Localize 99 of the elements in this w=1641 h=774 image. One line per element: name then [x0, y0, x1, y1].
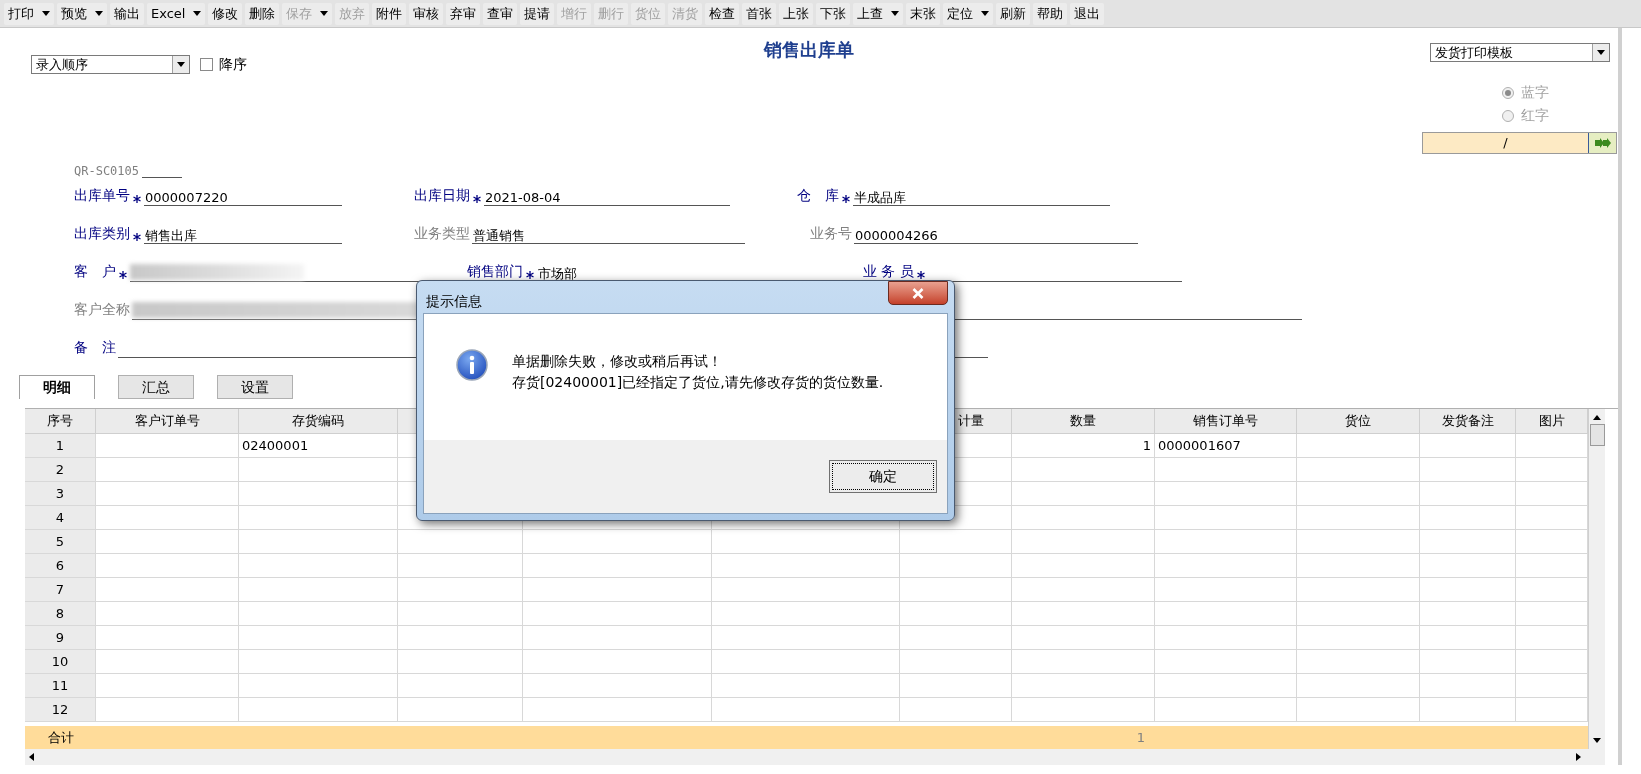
caret-icon [95, 11, 103, 16]
sort-order-select[interactable]: 录入顺序 [31, 55, 190, 74]
toolbar-button[interactable]: 审核 [409, 2, 444, 25]
row-number: 10 [25, 650, 96, 674]
dropdown-arrow-icon [1597, 50, 1605, 55]
row-number: 4 [25, 506, 96, 530]
tab[interactable]: 汇总 [118, 375, 194, 399]
radio-label: 红字 [1521, 106, 1549, 125]
field-label: 业务类型 [414, 224, 470, 243]
column-header[interactable]: 存货编码 [239, 409, 398, 434]
close-button[interactable] [888, 281, 948, 305]
toolbar-button[interactable]: 检查 [705, 2, 740, 25]
toolbar-button[interactable]: 上张 [779, 2, 814, 25]
underline-field[interactable]: 2021-08-04 [484, 186, 730, 206]
toolbar-button[interactable]: 提请 [520, 2, 555, 25]
underline-field[interactable]: 销售出库 [144, 224, 342, 244]
toolbar-button[interactable]: 弃审 [446, 2, 481, 25]
total-label: 合计 [47, 728, 74, 747]
field-label: 仓 库 [797, 186, 839, 205]
row-number: 6 [25, 554, 96, 578]
toolbar-button[interactable]: 删除 [245, 2, 280, 25]
record-position-field[interactable]: / [1422, 132, 1617, 154]
checkbox-label: 降序 [219, 55, 247, 74]
toolbar-button[interactable]: 查审 [483, 2, 518, 25]
row-number: 8 [25, 602, 96, 626]
underline-field[interactable]: 0000004266 [854, 224, 1138, 244]
horizontal-scrollbar[interactable] [25, 749, 1605, 765]
toolbar-button[interactable]: 定位 [943, 2, 994, 25]
field-label: 业 务 员 [863, 262, 914, 281]
column-header[interactable]: 客户订单号 [96, 409, 239, 434]
row-number: 2 [25, 458, 96, 482]
go-button[interactable] [1588, 133, 1616, 153]
row-number: 3 [25, 482, 96, 506]
radio-button[interactable] [1502, 86, 1514, 99]
scroll-left-icon[interactable] [29, 753, 34, 761]
dialog-message: 单据删除失败，修改或稍后再试！ [512, 352, 723, 371]
radio-label: 蓝字 [1521, 83, 1549, 102]
tab[interactable]: 设置 [217, 375, 293, 399]
field-label: 备 注 [74, 338, 116, 357]
toolbar-button[interactable]: 退出 [1070, 2, 1105, 25]
scroll-up-icon[interactable] [1593, 415, 1601, 420]
toolbar-button[interactable]: 修改 [208, 2, 243, 25]
table-cell: 0000001607 [1155, 434, 1297, 458]
caret-icon [891, 11, 900, 16]
toolbar-button[interactable]: 下张 [816, 2, 851, 25]
caret-icon [320, 11, 329, 16]
caret-icon [193, 11, 202, 16]
column-header[interactable]: 发货备注 [1420, 409, 1516, 434]
field-label: 销售部门 [467, 262, 523, 281]
row-number: 5 [25, 530, 96, 554]
dropdown-arrow-icon [177, 62, 185, 67]
total-value: 1 [1136, 728, 1145, 747]
scrollbar-thumb[interactable] [1589, 424, 1605, 446]
scroll-right-icon[interactable] [1576, 753, 1581, 761]
toolbar-button[interactable]: 帮助 [1033, 2, 1068, 25]
toolbar-button[interactable]: 输出 [110, 2, 144, 25]
dialog-message: 存货[02400001]已经指定了货位,请先修改存货的货位数量. [512, 373, 884, 392]
tab[interactable]: 明细 [19, 375, 95, 399]
checkbox[interactable] [200, 58, 213, 71]
column-header[interactable]: 货位 [1297, 409, 1420, 434]
close-icon [912, 287, 924, 299]
toolbar-button[interactable]: 打印 [4, 2, 54, 25]
dialog-title: 提示信息 [425, 292, 482, 311]
field-label: 业务号 [810, 224, 852, 243]
vertical-scrollbar[interactable] [1588, 409, 1605, 749]
radio-button[interactable] [1502, 109, 1514, 122]
row-number: 9 [25, 626, 96, 650]
scroll-down-icon[interactable] [1593, 738, 1601, 743]
column-header[interactable]: 销售订单号 [1155, 409, 1297, 434]
caret-icon [42, 11, 50, 16]
ok-button[interactable]: 确定 [829, 460, 937, 493]
row-number: 7 [25, 578, 96, 602]
field-label: 出库单号 [74, 186, 130, 205]
toolbar-button[interactable]: 预览 [57, 2, 107, 25]
toolbar-button[interactable]: Excel [147, 2, 206, 25]
table-cell: 02400001 [239, 434, 398, 458]
field-label: 客户全称 [74, 300, 130, 319]
underline-field[interactable]: 普通销售 [472, 224, 745, 244]
field-label: 出库日期 [414, 186, 470, 205]
row-number: 11 [25, 674, 96, 698]
info-icon [456, 349, 488, 381]
underline-field[interactable]: 半成品库 [853, 186, 1110, 206]
toolbar-button[interactable]: 首张 [742, 2, 777, 25]
form-title: 销售出库单 [764, 38, 854, 62]
underline-field[interactable]: 0000007220 [144, 186, 342, 206]
form-code: QR-SC0105 [74, 163, 140, 180]
toolbar-button[interactable]: 上查 [853, 2, 904, 25]
double-arrow-icon [1593, 138, 1612, 148]
column-header[interactable]: 数量 [1012, 409, 1155, 434]
row-number: 12 [25, 698, 96, 722]
toolbar-button[interactable]: 末张 [906, 2, 941, 25]
print-template-select[interactable]: 发货打印模板 [1430, 43, 1610, 62]
toolbar-button[interactable]: 附件 [372, 2, 407, 25]
toolbar-button[interactable]: 刷新 [996, 2, 1031, 25]
caret-icon [981, 11, 990, 16]
table-cell: 1 [1012, 434, 1155, 458]
field-label: 出库类别 [74, 224, 130, 243]
field-label: 客 户 [74, 262, 116, 281]
row-number: 1 [25, 434, 96, 458]
